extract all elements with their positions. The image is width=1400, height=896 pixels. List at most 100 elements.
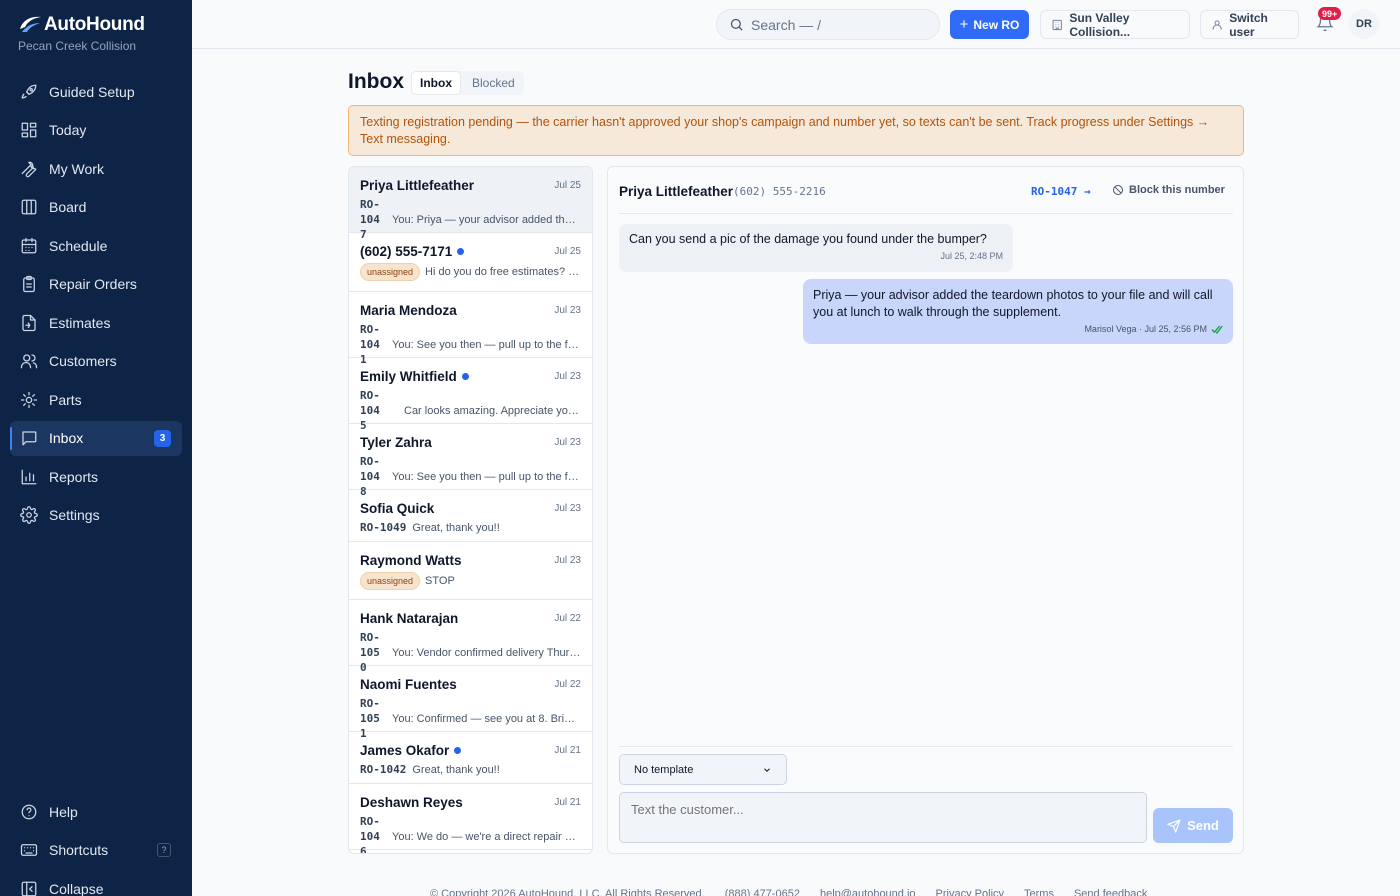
conversation-item[interactable]: Maria Mendoza Jul 23 RO-1041 You: See you… [349, 292, 592, 366]
nav-item-customers[interactable]: Customers [10, 344, 182, 379]
message-timestamp: Jul 25, 2:48 PM [940, 251, 1003, 261]
message-preview: You: Confirmed — see you at 8. Bring you… [392, 712, 581, 725]
thread-contact-name: Priya Littlefeather [619, 184, 734, 199]
new-ro-label: New RO [973, 17, 1020, 32]
calendar-icon [21, 237, 37, 253]
brand-name: AutoHound [44, 14, 145, 35]
nav-item-parts[interactable]: Parts [10, 382, 182, 417]
switch-user-button[interactable]: Switch user [1200, 10, 1299, 39]
wrench-icon [21, 161, 37, 177]
outgoing-message: Priya — your advisor added the teardown … [803, 279, 1233, 344]
unread-dot [454, 747, 462, 754]
conversation-item[interactable]: Deshawn Reyes Jul 21 RO-1046 You: We do —… [349, 784, 592, 853]
conversation-item[interactable]: Tyler Zahra Jul 23 RO-1048 You: See you t… [349, 424, 592, 498]
message-preview: You: We do — we're a direct repair shop … [392, 830, 581, 843]
conversation-list: Priya Littlefeather Jul 25 RO-1047 You: P… [348, 166, 593, 854]
nav-item-collapse[interactable]: Collapse [10, 871, 182, 896]
send-feedback-link[interactable]: Send feedback [1074, 888, 1147, 896]
conversation-date: Jul 21 [554, 797, 581, 808]
conversation-name: Raymond Watts [360, 553, 462, 568]
nav-label: Settings [49, 507, 100, 523]
conversation-name: Priya Littlefeather [360, 178, 475, 193]
nav-label: Estimates [49, 314, 111, 331]
nav-item-guided-setup[interactable]: Guided Setup [10, 74, 182, 109]
building-icon [1052, 19, 1062, 30]
search-input[interactable]: Search — / [716, 9, 940, 40]
ban-icon [1113, 185, 1123, 195]
nav-item-board[interactable]: Board [10, 190, 182, 225]
nav-item-shortcuts[interactable]: Shortcuts ? [10, 833, 182, 868]
message-preview: You: Vendor confirmed delivery Thursday … [392, 646, 581, 659]
page-footer: © Copyright 2026 AutoHound, LLC. All Rig… [430, 888, 1147, 896]
keyboard-icon [20, 844, 38, 856]
new-ro-button[interactable]: + New RO [950, 10, 1029, 39]
autohound-logo-icon [20, 16, 41, 32]
conversation-item[interactable]: Sofia Quick Jul 23 RO-1049 Great, thank y… [349, 490, 592, 542]
conversation-date: Jul 21 [554, 745, 581, 756]
nav-label: Repair Orders [49, 276, 137, 292]
message-preview: Hi do you do free estimates? My bumper i… [425, 266, 581, 278]
conversation-item[interactable]: James Okafor Jul 21 RO-1042 Great, thank … [349, 732, 592, 784]
tab-inbox[interactable]: Inbox [412, 72, 460, 94]
message-preview: You: Priya — your advisor added the tear… [392, 213, 581, 226]
conversation-name: Sofia Quick [360, 501, 435, 516]
grid-icon [21, 122, 37, 138]
sidebar: AutoHound Pecan Creek Collision Guided S… [0, 0, 192, 896]
conversation-item[interactable]: (602) 555-7171 Jul 25 unassigned Hi do yo… [349, 233, 592, 292]
ro-link[interactable]: RO-1047 → [1031, 185, 1091, 198]
template-select[interactable]: No template [619, 754, 787, 785]
nav-label: Shortcuts [49, 842, 109, 858]
message-input[interactable] [619, 792, 1147, 843]
nav-item-settings[interactable]: Settings [10, 498, 182, 533]
message-text: Can you send a pic of the damage you fou… [629, 232, 987, 246]
nav-label: Inbox [49, 430, 84, 446]
message-thread: Priya Littlefeather (602) 555-2216 RO-10… [607, 166, 1244, 854]
composer-divider [619, 746, 1233, 747]
clipboard-icon [23, 275, 35, 293]
plus-icon: + [959, 16, 969, 33]
conversation-date: Jul 22 [554, 679, 581, 690]
avatar[interactable]: DR [1349, 9, 1379, 39]
conversation-item[interactable]: Naomi Fuentes Jul 22 RO-1051 You: Confirm… [349, 666, 592, 740]
ro-number: RO-1042 [360, 763, 407, 776]
message-icon [22, 431, 37, 446]
switch-user-label: Switch user [1229, 10, 1268, 39]
nav-label: Reports [49, 468, 99, 485]
nav-item-my-work[interactable]: My Work [10, 151, 182, 186]
send-button[interactable]: Send [1153, 808, 1233, 843]
brand[interactable]: AutoHound Pecan Creek Collision [18, 14, 145, 53]
message-preview: Car looks amazing. Appreciate you all! [404, 404, 581, 417]
search-placeholder: Search — / [751, 16, 822, 33]
conversation-name: Hank Natarajan [360, 611, 459, 626]
conversation-item[interactable]: Emily Whitfield Jul 23 RO-1045 Car looks … [349, 358, 592, 432]
users-icon [20, 354, 38, 369]
nav-item-reports[interactable]: Reports [10, 459, 182, 494]
nav-label: Guided Setup [49, 83, 135, 100]
nav-item-schedule[interactable]: Schedule [10, 228, 182, 263]
conversation-item[interactable]: Priya Littlefeather Jul 25 RO-1047 You: P… [349, 167, 592, 241]
block-number-button[interactable]: Block this number [1112, 184, 1225, 196]
nav-label: Parts [49, 391, 82, 408]
conversation-name: Naomi Fuentes [360, 677, 457, 692]
nav-item-estimates[interactable]: Estimates [10, 305, 182, 340]
file-icon [22, 314, 36, 331]
nav-label: Customers [49, 353, 117, 369]
shop-name: Pecan Creek Collision [18, 39, 137, 53]
conversation-name: (602) 555-7171 [360, 244, 581, 259]
privacy-link[interactable]: Privacy Policy [936, 888, 1004, 896]
nav-item-today[interactable]: Today [10, 113, 182, 148]
terms-link[interactable]: Terms [1024, 888, 1054, 896]
collapse-sidebar-icon [21, 881, 37, 896]
nav-item-repair-orders[interactable]: Repair Orders [10, 267, 182, 302]
support-phone[interactable]: (888) 477-0652 [725, 888, 800, 896]
search-icon [730, 18, 743, 31]
tab-blocked[interactable]: Blocked [464, 72, 523, 94]
location-switcher-button[interactable]: Sun Valley Collision... [1040, 10, 1190, 39]
thread-header: Priya Littlefeather (602) 555-2216 RO-10… [619, 167, 1233, 214]
nav-item-help[interactable]: Help [10, 794, 182, 829]
support-email[interactable]: help@autohound.io [820, 888, 916, 896]
conversation-item[interactable]: Hank Natarajan Jul 22 RO-1050 You: Vendor… [349, 600, 592, 674]
nav-item-inbox[interactable]: Inbox 3 [10, 420, 182, 456]
conversation-item[interactable]: Raymond Watts Jul 23 unassigned STOP [349, 542, 592, 600]
conversation-date: Jul 25 [554, 180, 581, 191]
